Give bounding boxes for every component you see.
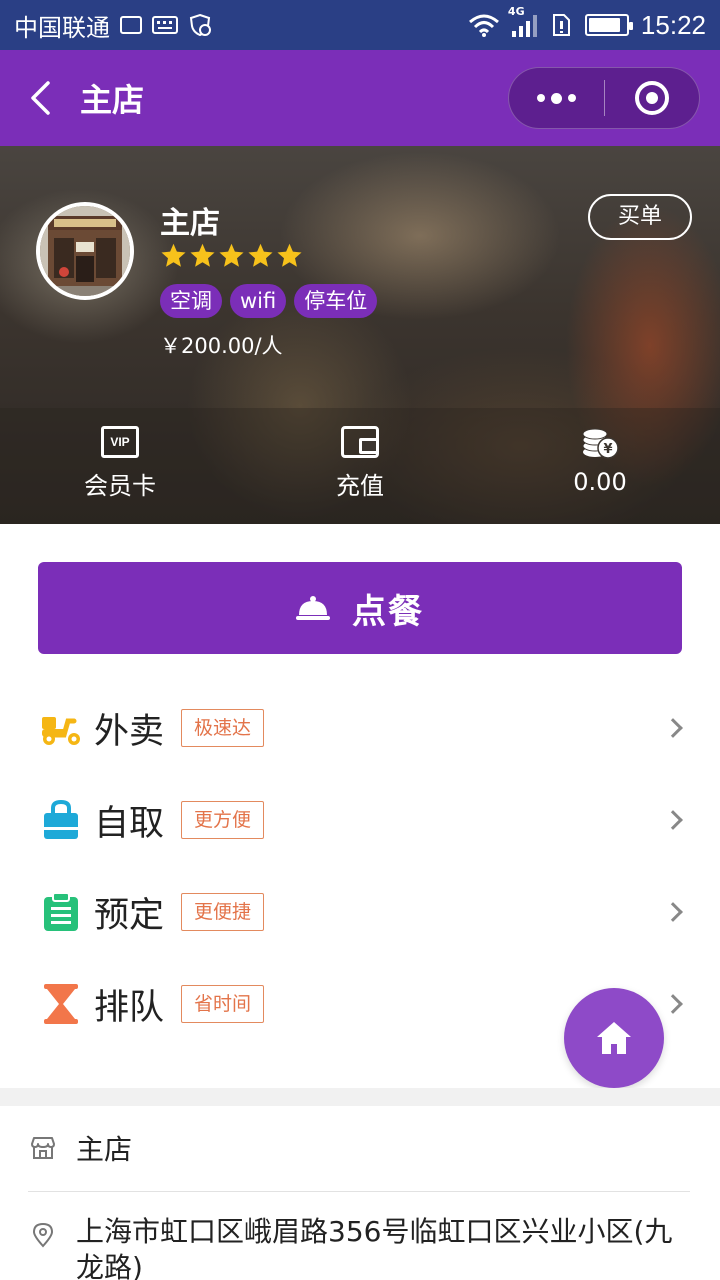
balance-link[interactable]: ¥ 0.00 [480,408,720,524]
service-label: 排队 [94,987,165,1028]
svg-text:¥: ¥ [603,442,612,457]
service-label: 预定 [94,895,165,936]
star-icon [248,243,273,267]
chevron-right-icon [663,718,683,738]
service-label: 自取 [94,803,165,844]
network-type-label: 4G [507,5,525,18]
order-button-label: 点餐 [352,591,424,632]
store-name-row: 主店 [0,1106,720,1191]
service-label: 外卖 [94,711,165,752]
shield-notification-icon [189,13,211,37]
service-row-pickup[interactable]: 自取 更方便 [0,774,720,866]
store-avatar [36,202,134,300]
star-rating [160,242,303,269]
star-icon [219,243,244,267]
balance-value: 0.00 [573,468,627,496]
hourglass-icon [44,984,78,1024]
service-row-reservation[interactable]: 预定 更便捷 [0,866,720,958]
star-icon [190,243,215,267]
keyboard-notification-icon [152,16,178,34]
back-button[interactable] [0,50,80,146]
shopping-bag-icon [44,799,78,839]
member-card-link[interactable]: VIP 会员卡 [0,408,240,524]
section-divider [0,1088,720,1106]
per-person-price: ￥200.00/人 [160,334,283,358]
serving-cloche-icon [296,596,330,620]
chevron-left-icon [31,81,50,115]
home-button[interactable] [564,988,664,1088]
amenity-tag: wifi [230,284,287,318]
mini-program-capsule [508,67,700,129]
more-dot-icon [536,94,545,102]
clipboard-icon [44,892,78,931]
store-icon [31,1137,55,1159]
store-header: 主店 空调 wifi 停车位 ￥200.00/人 买单 VIP 会员卡 充值 ¥… [0,146,720,524]
service-badge: 更方便 [181,801,265,839]
service-badge: 更便捷 [181,893,265,931]
star-icon [161,243,186,267]
carrier-label: 中国联通 [14,13,110,42]
quick-link-label: 充值 [336,472,384,500]
more-dot-icon [567,94,576,102]
clock: 15:22 [640,9,706,40]
image-notification-icon [120,16,142,34]
quick-links: VIP 会员卡 充值 ¥ 0.00 [0,408,720,524]
vip-card-icon: VIP [101,426,139,458]
service-badge: 省时间 [181,985,265,1023]
amenity-tags: 空调 wifi 停车位 [160,284,378,318]
scooter-icon [42,717,80,745]
page-title: 主店 [80,81,145,119]
store-name: 主店 [160,206,220,241]
service-row-delivery[interactable]: 外卖 极速达 [0,682,720,774]
order-food-button[interactable]: 点餐 [38,562,682,654]
sim-alert-icon [552,14,570,36]
cell-signal: 4G [508,5,537,37]
coins-icon: ¥ [582,428,619,459]
wifi-icon [468,14,499,37]
location-pin-icon [32,1222,54,1248]
star-icon [277,243,302,267]
chevron-right-icon [663,902,683,922]
storefront-photo [40,206,130,296]
quick-link-label: 会员卡 [84,472,156,500]
nav-bar: 主店 [0,50,720,146]
battery-icon [584,14,633,36]
wallet-icon [341,426,379,458]
home-icon [597,1022,631,1054]
more-dot-icon [550,92,562,104]
service-badge: 极速达 [181,709,265,747]
target-ring-icon [634,81,669,115]
pay-bill-button[interactable]: 买单 [588,194,692,240]
store-address: 上海市虹口区峨眉路356号临虹口区兴业小区(九龙路) [76,1215,673,1280]
amenity-tag: 空调 [160,284,222,318]
recharge-link[interactable]: 充值 [240,408,480,524]
status-bar: 中国联通 4G 15:22 [0,0,720,50]
close-mini-program-button[interactable] [605,68,700,128]
amenity-tag: 停车位 [294,284,378,318]
more-button[interactable] [509,68,604,128]
store-address-row[interactable]: 上海市虹口区峨眉路356号临虹口区兴业小区(九龙路) [0,1192,720,1280]
store-info-name: 主店 [76,1133,133,1166]
chevron-right-icon [663,994,683,1014]
chevron-right-icon [663,810,683,830]
